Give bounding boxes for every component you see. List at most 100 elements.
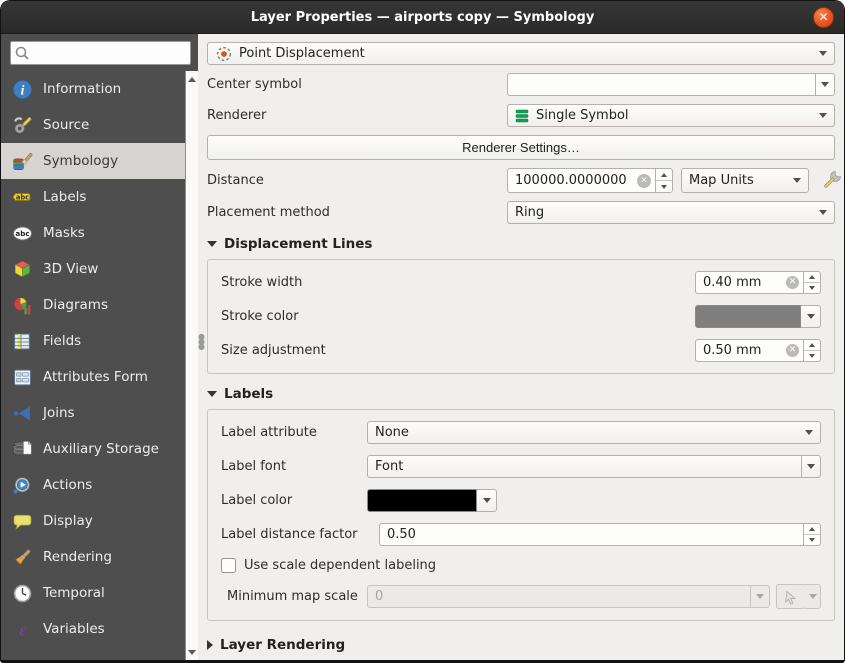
label-distance-factor-spinner[interactable] — [803, 524, 820, 545]
sidebar-item-label: Fields — [43, 333, 81, 349]
label-color-label: Label color — [221, 493, 367, 508]
renderer-label: Renderer — [207, 108, 507, 123]
label-attribute-value: None — [375, 425, 799, 440]
source-icon — [11, 114, 33, 136]
layer-rendering-group: Layer Rendering — [207, 637, 835, 653]
sidebar-item-diagrams[interactable]: Diagrams — [1, 287, 185, 323]
label-attribute-select[interactable]: None — [367, 421, 821, 444]
sidebar-item-label: Symbology — [43, 153, 118, 169]
splitter-handle[interactable]: ●●● — [198, 334, 203, 349]
renderer-settings-button[interactable]: Renderer Settings… — [207, 135, 835, 160]
sidebar-item-fields[interactable]: Fields — [1, 323, 185, 359]
distance-value: 100000.0000000 — [515, 173, 637, 188]
stroke-color-button[interactable] — [695, 305, 821, 328]
label-attribute-label: Label attribute — [221, 425, 367, 440]
renderer-select[interactable]: Single Symbol — [507, 104, 835, 127]
sidebar-item-joins[interactable]: Joins — [1, 395, 185, 431]
placement-method-select[interactable]: Ring — [507, 201, 835, 224]
center-symbol-dropdown[interactable] — [815, 74, 834, 95]
sidebar-item-label: Temporal — [43, 585, 105, 601]
label-font-dropdown[interactable] — [801, 456, 820, 477]
stroke-color-swatch — [695, 305, 801, 328]
sidebar-item-labels[interactable]: abc Labels — [1, 179, 185, 215]
chevron-down-icon — [819, 210, 827, 215]
displacement-lines-header[interactable]: Displacement Lines — [207, 236, 835, 252]
label-font-button[interactable]: Font — [367, 455, 821, 478]
sidebar-item-partial[interactable] — [1, 647, 185, 660]
label-color-dropdown[interactable] — [477, 489, 497, 512]
sidebar-item-source[interactable]: Source — [1, 107, 185, 143]
spin-up-icon — [661, 173, 667, 177]
window-title: Layer Properties — airports copy — Symbo… — [251, 10, 595, 25]
chevron-down-icon — [805, 430, 813, 435]
sidebar-item-temporal[interactable]: Temporal — [1, 575, 185, 611]
sidebar-item-label: Rendering — [43, 549, 112, 565]
data-defined-override-button[interactable] — [819, 169, 843, 193]
scroll-up-icon[interactable] — [186, 72, 198, 86]
sidebar-item-display[interactable]: Display — [1, 503, 185, 539]
scale-dependent-checkbox[interactable] — [221, 558, 236, 573]
collapse-triangle-icon — [207, 391, 217, 397]
svg-text:i: i — [20, 82, 24, 97]
window-titlebar[interactable]: Layer Properties — airports copy — Symbo… — [1, 1, 844, 34]
sidebar-item-information[interactable]: i Information — [1, 71, 185, 107]
layer-rendering-header[interactable]: Layer Rendering — [207, 637, 835, 653]
clear-icon[interactable]: ✕ — [637, 174, 651, 188]
stroke-color-label: Stroke color — [221, 309, 695, 324]
sidebar-item-label: Attributes Form — [43, 369, 148, 385]
chevron-down-icon — [819, 113, 827, 118]
distance-spinbox[interactable]: 100000.0000000 ✕ — [507, 168, 673, 193]
sidebar-item-label: Information — [43, 81, 121, 97]
sidebar-item-rendering[interactable]: Rendering — [1, 539, 185, 575]
label-distance-factor-spinbox[interactable]: 0.50 — [379, 523, 821, 546]
size-adjustment-spinbox[interactable]: 0.50 mm ✕ — [695, 339, 821, 362]
label-color-button[interactable] — [367, 489, 497, 512]
label-font-label: Label font — [221, 459, 367, 474]
sidebar-item-masks[interactable]: abc Masks — [1, 215, 185, 251]
collapse-triangle-icon — [207, 241, 217, 247]
sidebar-item-label: Diagrams — [43, 297, 108, 313]
size-adjustment-spinner[interactable] — [803, 340, 820, 361]
actions-icon — [11, 474, 33, 496]
size-adjustment-value: 0.50 mm — [703, 343, 786, 358]
minimum-map-scale-select: 0 — [367, 585, 770, 608]
distance-units-value: Map Units — [689, 173, 787, 188]
sidebar-item-actions[interactable]: Actions — [1, 467, 185, 503]
stroke-color-dropdown[interactable] — [801, 305, 821, 328]
spin-down-icon — [661, 185, 667, 189]
sidebar-item-label: Masks — [43, 225, 85, 241]
stroke-width-value: 0.40 mm — [703, 275, 786, 290]
label-distance-factor-label: Label distance factor — [221, 527, 379, 542]
properties-sidebar: i Information Source Symbology abc Label… — [1, 34, 198, 660]
sidebar-scrollbar[interactable] — [185, 71, 198, 660]
sidebar-item-symbology[interactable]: Symbology — [1, 143, 185, 179]
sidebar-item-3d-view[interactable]: 3D View — [1, 251, 185, 287]
renderer-type-select[interactable]: Point Displacement — [207, 42, 835, 65]
size-adjustment-label: Size adjustment — [221, 343, 695, 358]
sidebar-item-label: Actions — [43, 477, 92, 493]
distance-units-select[interactable]: Map Units — [681, 168, 809, 193]
sidebar-item-label: Source — [43, 117, 89, 133]
sidebar-item-label: Display — [43, 513, 93, 529]
sidebar-item-auxiliary-storage[interactable]: Auxiliary Storage — [1, 431, 185, 467]
group-title: Layer Rendering — [220, 637, 345, 653]
stroke-width-spinbox[interactable]: 0.40 mm ✕ — [695, 271, 821, 294]
chevron-down-icon — [819, 51, 827, 56]
fields-icon — [11, 330, 33, 352]
sidebar-item-label: Labels — [43, 189, 86, 205]
distance-spinner[interactable] — [655, 169, 672, 192]
scroll-down-icon[interactable] — [186, 645, 198, 659]
chevron-down-icon — [793, 178, 801, 183]
minimum-map-scale-label: Minimum map scale — [221, 589, 367, 604]
center-symbol-button[interactable] — [507, 73, 835, 96]
search-input[interactable] — [10, 41, 191, 65]
sidebar-item-attributes-form[interactable]: Attributes Form — [1, 359, 185, 395]
close-button[interactable]: ✕ — [813, 7, 834, 28]
joins-icon — [11, 402, 33, 424]
sidebar-item-variables[interactable]: ε Variables — [1, 611, 185, 647]
stroke-width-spinner[interactable] — [803, 272, 820, 293]
labels-header[interactable]: Labels — [207, 386, 835, 402]
svg-text:abc: abc — [15, 193, 28, 201]
clear-icon[interactable]: ✕ — [786, 276, 799, 289]
clear-icon[interactable]: ✕ — [786, 344, 799, 357]
